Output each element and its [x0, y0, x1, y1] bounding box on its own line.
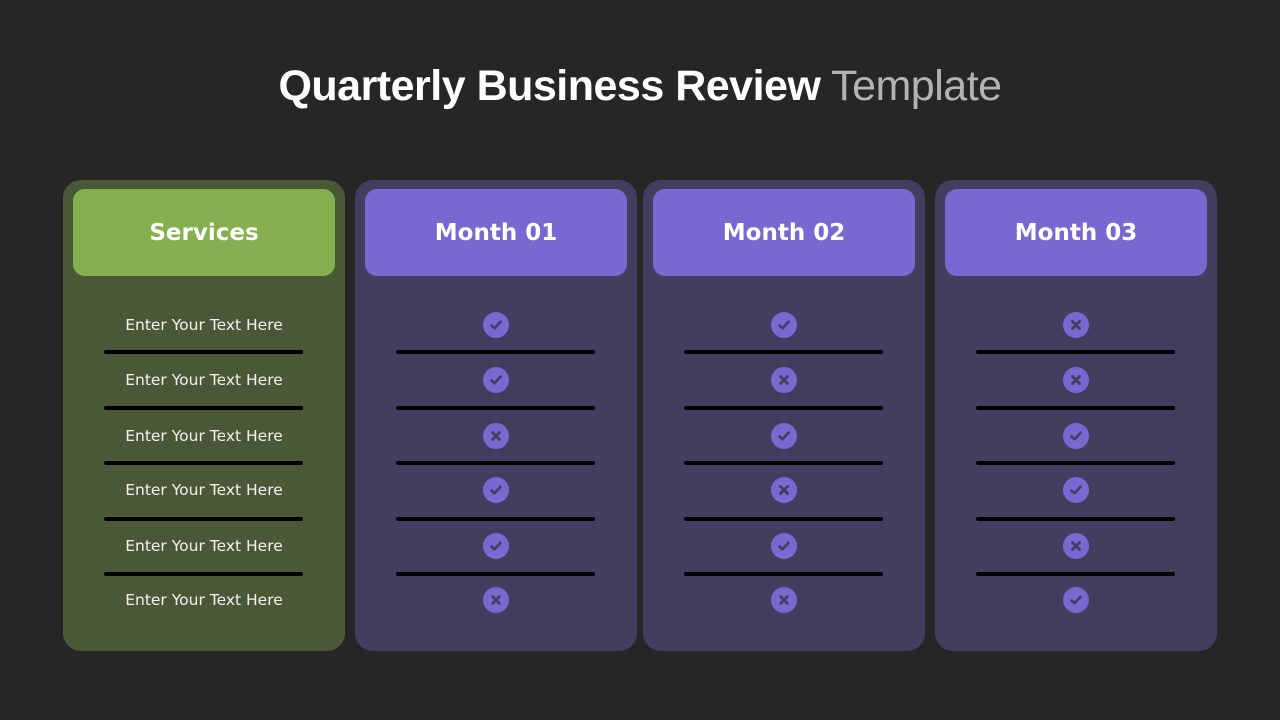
month-03-column: Month 03 — [935, 180, 1217, 651]
cross-circle-icon — [771, 477, 797, 503]
row-divider — [684, 406, 883, 410]
slide-title: Quarterly Business Review Template — [0, 58, 1280, 114]
status-row — [643, 365, 925, 395]
row-divider — [396, 350, 595, 354]
check-circle-icon — [1063, 477, 1089, 503]
title-light: Template — [831, 62, 1002, 110]
cross-circle-icon — [1063, 533, 1089, 559]
service-text: Enter Your Text Here — [125, 537, 283, 555]
cross-circle-icon — [483, 587, 509, 613]
row-divider — [104, 461, 303, 465]
check-circle-icon — [771, 533, 797, 559]
check-circle-icon — [1063, 587, 1089, 613]
services-column: Services Enter Your Text Here Enter Your … — [63, 180, 345, 651]
service-row: Enter Your Text Here — [63, 531, 345, 561]
service-row: Enter Your Text Here — [63, 421, 345, 451]
row-divider — [104, 406, 303, 410]
status-row — [643, 475, 925, 505]
service-text: Enter Your Text Here — [125, 591, 283, 609]
row-divider — [396, 461, 595, 465]
cross-circle-icon — [771, 587, 797, 613]
cross-circle-icon — [483, 423, 509, 449]
row-divider — [976, 350, 1175, 354]
status-row — [643, 421, 925, 451]
status-row — [355, 531, 637, 561]
status-row — [355, 585, 637, 615]
row-divider — [396, 406, 595, 410]
row-divider — [684, 517, 883, 521]
status-row — [935, 475, 1217, 505]
service-row: Enter Your Text Here — [63, 310, 345, 340]
row-divider — [396, 517, 595, 521]
status-row — [935, 585, 1217, 615]
cross-circle-icon — [1063, 367, 1089, 393]
status-row — [355, 475, 637, 505]
service-text: Enter Your Text Here — [125, 427, 283, 445]
month-01-header: Month 01 — [365, 189, 627, 276]
row-divider — [684, 572, 883, 576]
service-text: Enter Your Text Here — [125, 481, 283, 499]
cross-circle-icon — [771, 367, 797, 393]
status-row — [935, 310, 1217, 340]
status-row — [643, 585, 925, 615]
row-divider — [104, 517, 303, 521]
month-01-column: Month 01 — [355, 180, 637, 651]
status-row — [355, 421, 637, 451]
check-circle-icon — [483, 533, 509, 559]
title-strong: Quarterly Business Review — [278, 62, 821, 110]
check-circle-icon — [483, 312, 509, 338]
row-divider — [976, 406, 1175, 410]
status-row — [935, 421, 1217, 451]
service-text: Enter Your Text Here — [125, 371, 283, 389]
row-divider — [976, 517, 1175, 521]
check-circle-icon — [771, 423, 797, 449]
row-divider — [976, 572, 1175, 576]
check-circle-icon — [483, 477, 509, 503]
row-divider — [976, 461, 1175, 465]
status-row — [355, 365, 637, 395]
status-row — [355, 310, 637, 340]
check-circle-icon — [483, 367, 509, 393]
status-row — [935, 531, 1217, 561]
service-row: Enter Your Text Here — [63, 585, 345, 615]
check-circle-icon — [1063, 423, 1089, 449]
row-divider — [684, 461, 883, 465]
row-divider — [684, 350, 883, 354]
service-text: Enter Your Text Here — [125, 316, 283, 334]
row-divider — [104, 350, 303, 354]
cross-circle-icon — [1063, 312, 1089, 338]
month-02-header: Month 02 — [653, 189, 915, 276]
month-03-header: Month 03 — [945, 189, 1207, 276]
service-row: Enter Your Text Here — [63, 475, 345, 505]
check-circle-icon — [771, 312, 797, 338]
status-row — [935, 365, 1217, 395]
services-header: Services — [73, 189, 335, 276]
status-row — [643, 310, 925, 340]
service-row: Enter Your Text Here — [63, 365, 345, 395]
row-divider — [104, 572, 303, 576]
row-divider — [396, 572, 595, 576]
status-row — [643, 531, 925, 561]
month-02-column: Month 02 — [643, 180, 925, 651]
